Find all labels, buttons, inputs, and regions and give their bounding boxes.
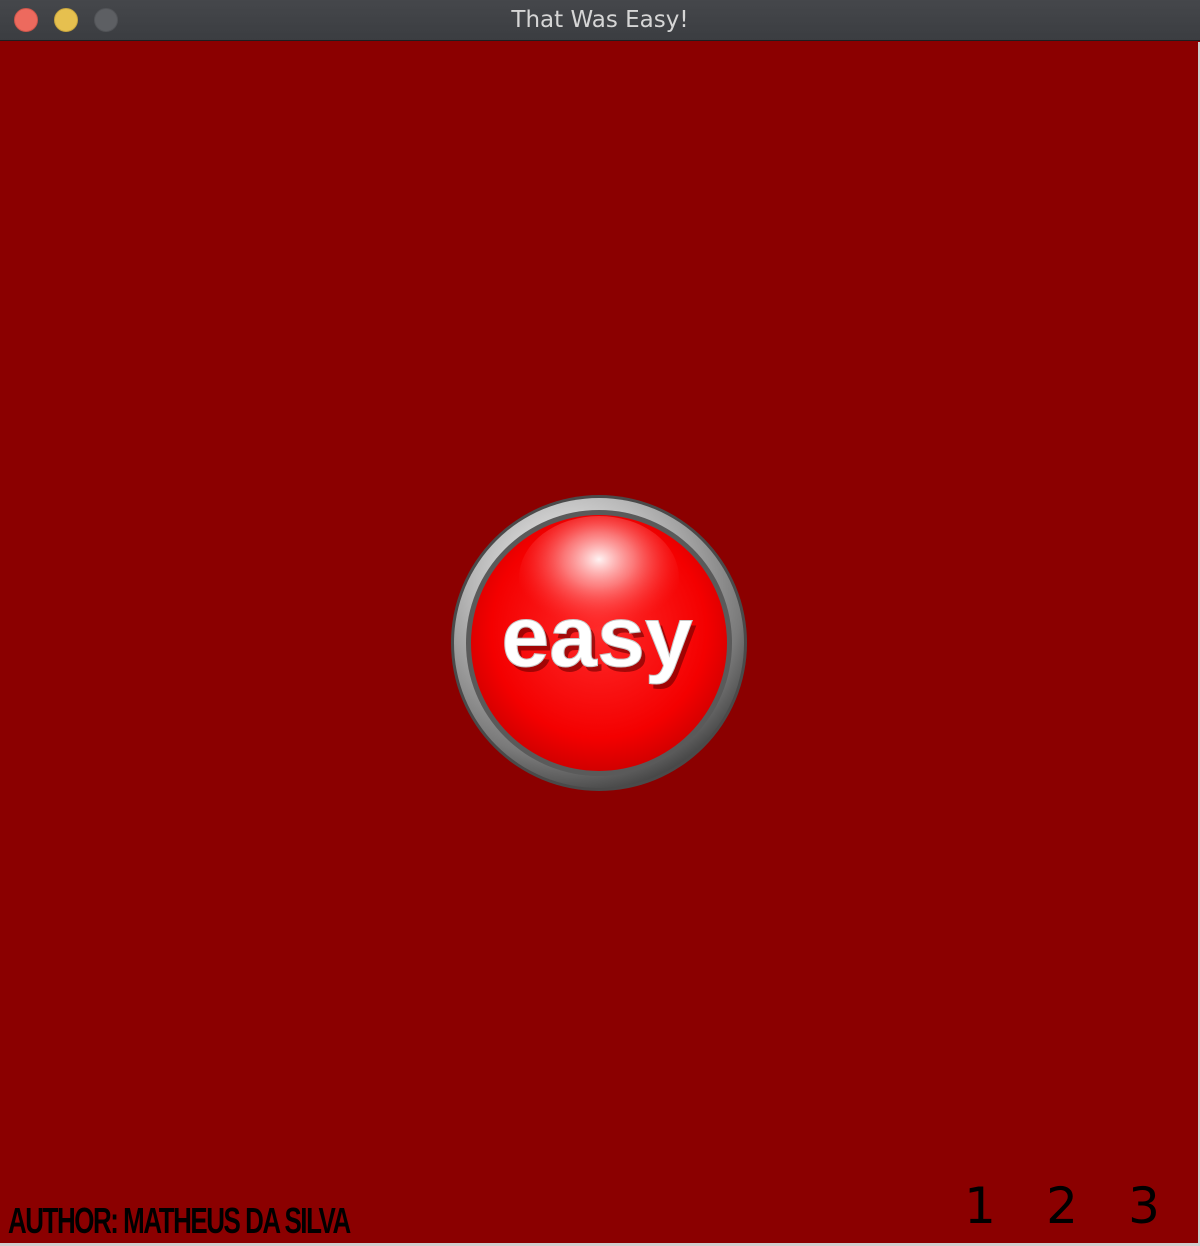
easy-button[interactable]: easy easy — [449, 493, 749, 793]
app-window: That Was Easy! easy easy AUTHOR: MATHEUS… — [0, 0, 1200, 1246]
level-2-button[interactable]: 2 — [1040, 1176, 1084, 1236]
level-selector: 1 2 3 — [950, 1176, 1170, 1236]
title-bar[interactable]: That Was Easy! — [0, 0, 1200, 41]
window-title: That Was Easy! — [511, 7, 689, 33]
easy-button-icon: easy easy — [451, 495, 747, 791]
author-credit: AUTHOR: MATHEUS DA SILVA — [8, 1200, 351, 1241]
easy-label: easy — [501, 589, 692, 685]
level-3-button[interactable]: 3 — [1122, 1176, 1166, 1236]
level-1-button[interactable]: 1 — [958, 1176, 1002, 1236]
